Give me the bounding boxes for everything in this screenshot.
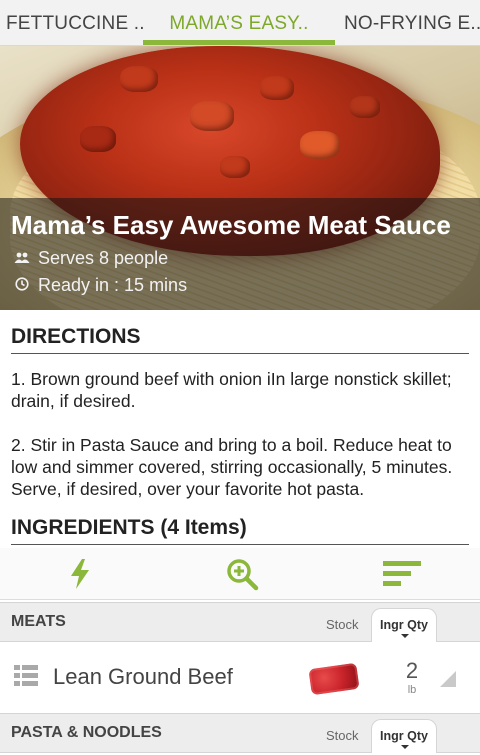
- direction-step: 2. Stir in Pasta Sauce and bring to a bo…: [11, 435, 453, 499]
- ingredient-unit: lb: [407, 684, 417, 696]
- ingredient-image: [304, 654, 364, 704]
- recipe-title: Mama’s Easy Awesome Meat Sauce: [11, 210, 451, 240]
- tab-no-frying[interactable]: NO-FRYING E..: [344, 0, 480, 46]
- serves-text: Serves 8 people: [38, 248, 169, 268]
- ingr-qty-label: Ingr Qty: [380, 618, 428, 632]
- sauce-chunk: [220, 156, 250, 178]
- ingredient-name: Lean Ground Beef: [53, 664, 233, 689]
- tab-fettuccine[interactable]: FETTUCCINE ..: [6, 0, 145, 46]
- category-name: MEATS: [11, 613, 66, 630]
- people-icon: [13, 251, 31, 267]
- caret-down-icon: [401, 745, 409, 749]
- sauce-chunk: [300, 131, 340, 159]
- ingredients-heading: INGREDIENTS (4 Items): [11, 516, 469, 545]
- zoom-in-icon[interactable]: [222, 556, 262, 592]
- sauce-chunk: [260, 76, 294, 100]
- ingr-qty-label: Ingr Qty: [380, 729, 428, 743]
- ingredient-row[interactable]: Lean Ground Beef 2 lb: [0, 642, 480, 713]
- caret-down-icon: [401, 634, 409, 638]
- recipe-tab-bar: FETTUCCINE .. MAMA’S EASY.. NO-FRYING E.…: [0, 0, 480, 46]
- list-icon: [14, 665, 38, 687]
- ingredient-quantity: 2: [405, 658, 419, 683]
- ingredients-toolbar: [0, 548, 480, 600]
- clock-icon: [13, 277, 31, 294]
- ingr-qty-column-toggle[interactable]: Ingr Qty: [371, 719, 437, 753]
- direction-step: 1. Brown ground beef with onion iIn larg…: [11, 369, 452, 411]
- sauce-chunk: [350, 96, 380, 118]
- sauce-chunk: [190, 101, 234, 131]
- sauce-chunk: [80, 126, 116, 152]
- active-tab-indicator: [143, 40, 335, 45]
- stock-column-toggle[interactable]: Stock: [326, 617, 359, 632]
- ground-beef-graphic: [308, 662, 360, 696]
- sort-icon[interactable]: [382, 556, 422, 592]
- ready-info: Ready in : 15 mins: [13, 275, 187, 296]
- directions-heading: DIRECTIONS: [11, 325, 469, 354]
- corner-triangle-icon: [440, 671, 456, 687]
- recipe-hero-image: Mama’s Easy Awesome Meat Sauce Serves 8 …: [0, 46, 480, 310]
- stock-column-toggle[interactable]: Stock: [326, 728, 359, 743]
- ready-text: Ready in : 15 mins: [38, 275, 188, 295]
- category-name: PASTA & NOODLES: [11, 724, 162, 741]
- serves-info: Serves 8 people: [13, 248, 168, 269]
- ingr-qty-column-toggle[interactable]: Ingr Qty: [371, 608, 437, 642]
- lightning-icon[interactable]: [60, 556, 100, 592]
- category-header-pasta-noodles: PASTA & NOODLES Stock Ingr Qty: [0, 713, 480, 753]
- sauce-chunk: [120, 66, 158, 92]
- category-header-meats: MEATS Stock Ingr Qty: [0, 602, 480, 642]
